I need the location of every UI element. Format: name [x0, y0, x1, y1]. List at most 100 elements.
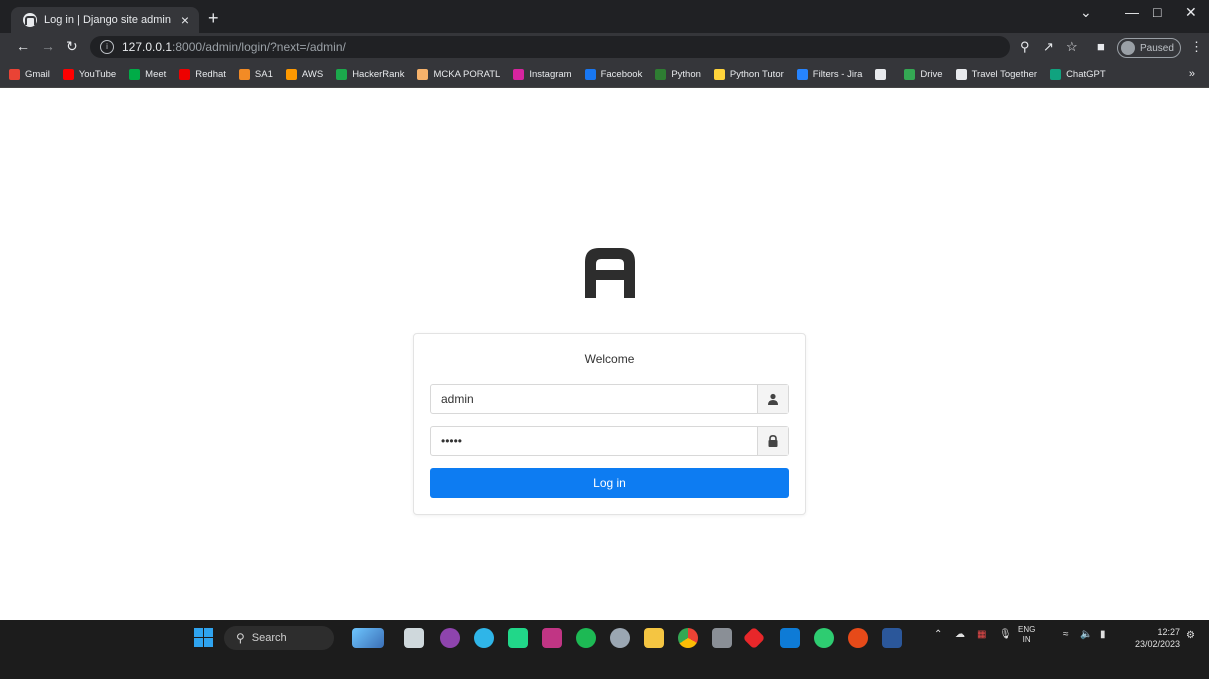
- bookmarks-bar: Gmail YouTube Meet Redhat SA1 AWS HackerRank MC…: [0, 61, 1209, 88]
- task-view-icon[interactable]: [404, 628, 424, 648]
- username-input[interactable]: [431, 385, 757, 413]
- bookmark-item[interactable]: YouTube: [62, 68, 117, 80]
- bookmark-item[interactable]: SA1: [238, 68, 273, 80]
- bookmark-item[interactable]: Instagram: [513, 68, 572, 80]
- bookmark-star-icon[interactable]: ☆: [1066, 39, 1078, 55]
- browser-toolbar: ← → ↻ i 127.0.0.1:8000/admin/login/?next…: [0, 33, 1209, 61]
- widgets-icon[interactable]: [352, 628, 384, 648]
- paused-label: Paused: [1140, 42, 1174, 54]
- bookmark-label: Instagram: [529, 68, 572, 80]
- bookmark-favicon-icon: [584, 68, 596, 80]
- back-icon[interactable]: ←: [16, 38, 30, 54]
- new-tab-button[interactable]: +: [208, 8, 219, 29]
- password-input[interactable]: [431, 427, 757, 455]
- onedrive-cloud-icon[interactable]: ☁: [955, 629, 965, 640]
- bookmark-item[interactable]: AWS: [285, 68, 324, 80]
- restore-icon[interactable]: □: [1153, 4, 1161, 20]
- bookmark-label: MCKA PORATL: [433, 68, 501, 80]
- bookmark-item[interactable]: HackerRank: [336, 68, 405, 80]
- bookmark-favicon-icon: [904, 68, 916, 80]
- bookmark-favicon-icon: [1050, 68, 1062, 80]
- bookmark-item[interactable]: Facebook: [584, 68, 643, 80]
- browser-menu-icon[interactable]: ⋮: [1190, 39, 1203, 55]
- browser-tab[interactable]: Log in | Django site admin ×: [11, 7, 199, 33]
- bookmark-item[interactable]: [875, 68, 891, 80]
- bookmark-favicon-icon: [62, 68, 74, 80]
- reload-icon[interactable]: ↻: [66, 38, 78, 55]
- profile-paused-button[interactable]: Paused: [1117, 38, 1181, 58]
- bookmark-label: AWS: [301, 68, 324, 80]
- bookmark-favicon-icon: [955, 68, 967, 80]
- bookmark-item[interactable]: Meet: [129, 68, 166, 80]
- bookmark-item[interactable]: MCKA PORATL: [417, 68, 501, 80]
- bookmarks-overflow-icon[interactable]: »: [1189, 68, 1195, 80]
- vscode-icon[interactable]: [780, 628, 800, 648]
- chrome-icon[interactable]: [678, 628, 698, 648]
- github-desktop-icon[interactable]: [440, 628, 460, 648]
- bookmark-label: Redhat: [195, 68, 226, 80]
- bookmark-favicon-icon: [336, 68, 348, 80]
- site-info-icon[interactable]: i: [100, 40, 114, 54]
- bookmark-label: Filters - Jira: [812, 68, 863, 80]
- lock-icon: [757, 427, 788, 455]
- powerpoint-icon[interactable]: [848, 628, 868, 648]
- side-panel-icon[interactable]: ■: [1097, 39, 1105, 54]
- bookmark-item[interactable]: Drive: [904, 68, 943, 80]
- bookmark-item[interactable]: Redhat: [179, 68, 226, 80]
- settings-gear-icon[interactable]: [610, 628, 630, 648]
- wifi-icon[interactable]: ≈: [1063, 629, 1069, 640]
- forward-icon[interactable]: →: [41, 38, 55, 54]
- file-explorer-icon[interactable]: [644, 628, 664, 648]
- bookmark-item[interactable]: Gmail: [9, 68, 50, 80]
- database-icon[interactable]: [712, 628, 732, 648]
- clock[interactable]: 12:27 23/02/2023: [1132, 626, 1180, 650]
- login-button[interactable]: Log in: [430, 468, 789, 498]
- tray-overflow-chevron-icon[interactable]: ⌃: [934, 629, 942, 640]
- bookmark-item[interactable]: Python: [655, 68, 701, 80]
- bookmark-label: ChatGPT: [1066, 68, 1106, 80]
- clock-date: 23/02/2023: [1134, 639, 1180, 649]
- taskbar-search[interactable]: ⚲ Search: [224, 626, 334, 650]
- instagram-app-icon[interactable]: [542, 628, 562, 648]
- pycharm-icon[interactable]: [508, 628, 528, 648]
- notifications-icon[interactable]: ⚙: [1186, 630, 1195, 641]
- tab-close-icon[interactable]: ×: [181, 12, 189, 28]
- upwork-icon[interactable]: [814, 628, 834, 648]
- bookmark-item[interactable]: Travel Together: [955, 68, 1037, 80]
- bookmark-item[interactable]: ChatGPT: [1050, 68, 1106, 80]
- word-icon[interactable]: [882, 628, 902, 648]
- django-favicon-icon: [23, 13, 37, 27]
- bookmark-item[interactable]: Filters - Jira: [796, 68, 863, 80]
- bookmark-label: HackerRank: [352, 68, 405, 80]
- microphone-icon[interactable]: 🎙: [999, 629, 1012, 640]
- bookmark-favicon-icon: [417, 68, 429, 80]
- bookmark-favicon-icon: [9, 68, 20, 80]
- bookmark-label: Python: [671, 68, 701, 80]
- skype-icon[interactable]: [474, 628, 494, 648]
- start-windows-icon[interactable]: [194, 628, 213, 647]
- bookmark-favicon-icon: [285, 68, 297, 80]
- share-icon[interactable]: ↗: [1043, 39, 1054, 55]
- url-path: :8000/admin/login/?next=/admin/: [172, 40, 346, 54]
- battery-icon[interactable]: ▮: [1100, 629, 1106, 640]
- git-icon[interactable]: [742, 626, 766, 650]
- volume-muted-icon[interactable]: 🔈: [1080, 629, 1092, 640]
- clock-time: 12:27: [1157, 627, 1180, 637]
- bookmark-favicon-icon: [513, 68, 525, 80]
- tab-search-chevron-icon[interactable]: ⌄: [1080, 4, 1092, 21]
- bookmark-favicon-icon: [713, 68, 725, 80]
- bookmark-favicon-icon: [655, 68, 667, 80]
- address-bar[interactable]: i 127.0.0.1:8000/admin/login/?next=/admi…: [90, 36, 1010, 58]
- bookmark-item[interactable]: Python Tutor: [713, 68, 784, 80]
- minimize-icon[interactable]: —: [1125, 4, 1139, 20]
- browser-chrome: Log in | Django site admin × + ⌄ — □ ✕ ←…: [0, 0, 1209, 88]
- bookmark-favicon-icon: [179, 68, 191, 80]
- close-window-icon[interactable]: ✕: [1185, 4, 1197, 21]
- password-key-icon[interactable]: ⚲: [1020, 39, 1030, 55]
- spotify-icon[interactable]: [576, 628, 596, 648]
- lang-line1: ENG: [1018, 625, 1036, 634]
- bookmark-label: Facebook: [600, 68, 643, 80]
- tray-app-icon[interactable]: ▦: [977, 629, 986, 640]
- bookmark-label: YouTube: [78, 68, 117, 80]
- language-indicator[interactable]: ENG IN: [1018, 625, 1035, 645]
